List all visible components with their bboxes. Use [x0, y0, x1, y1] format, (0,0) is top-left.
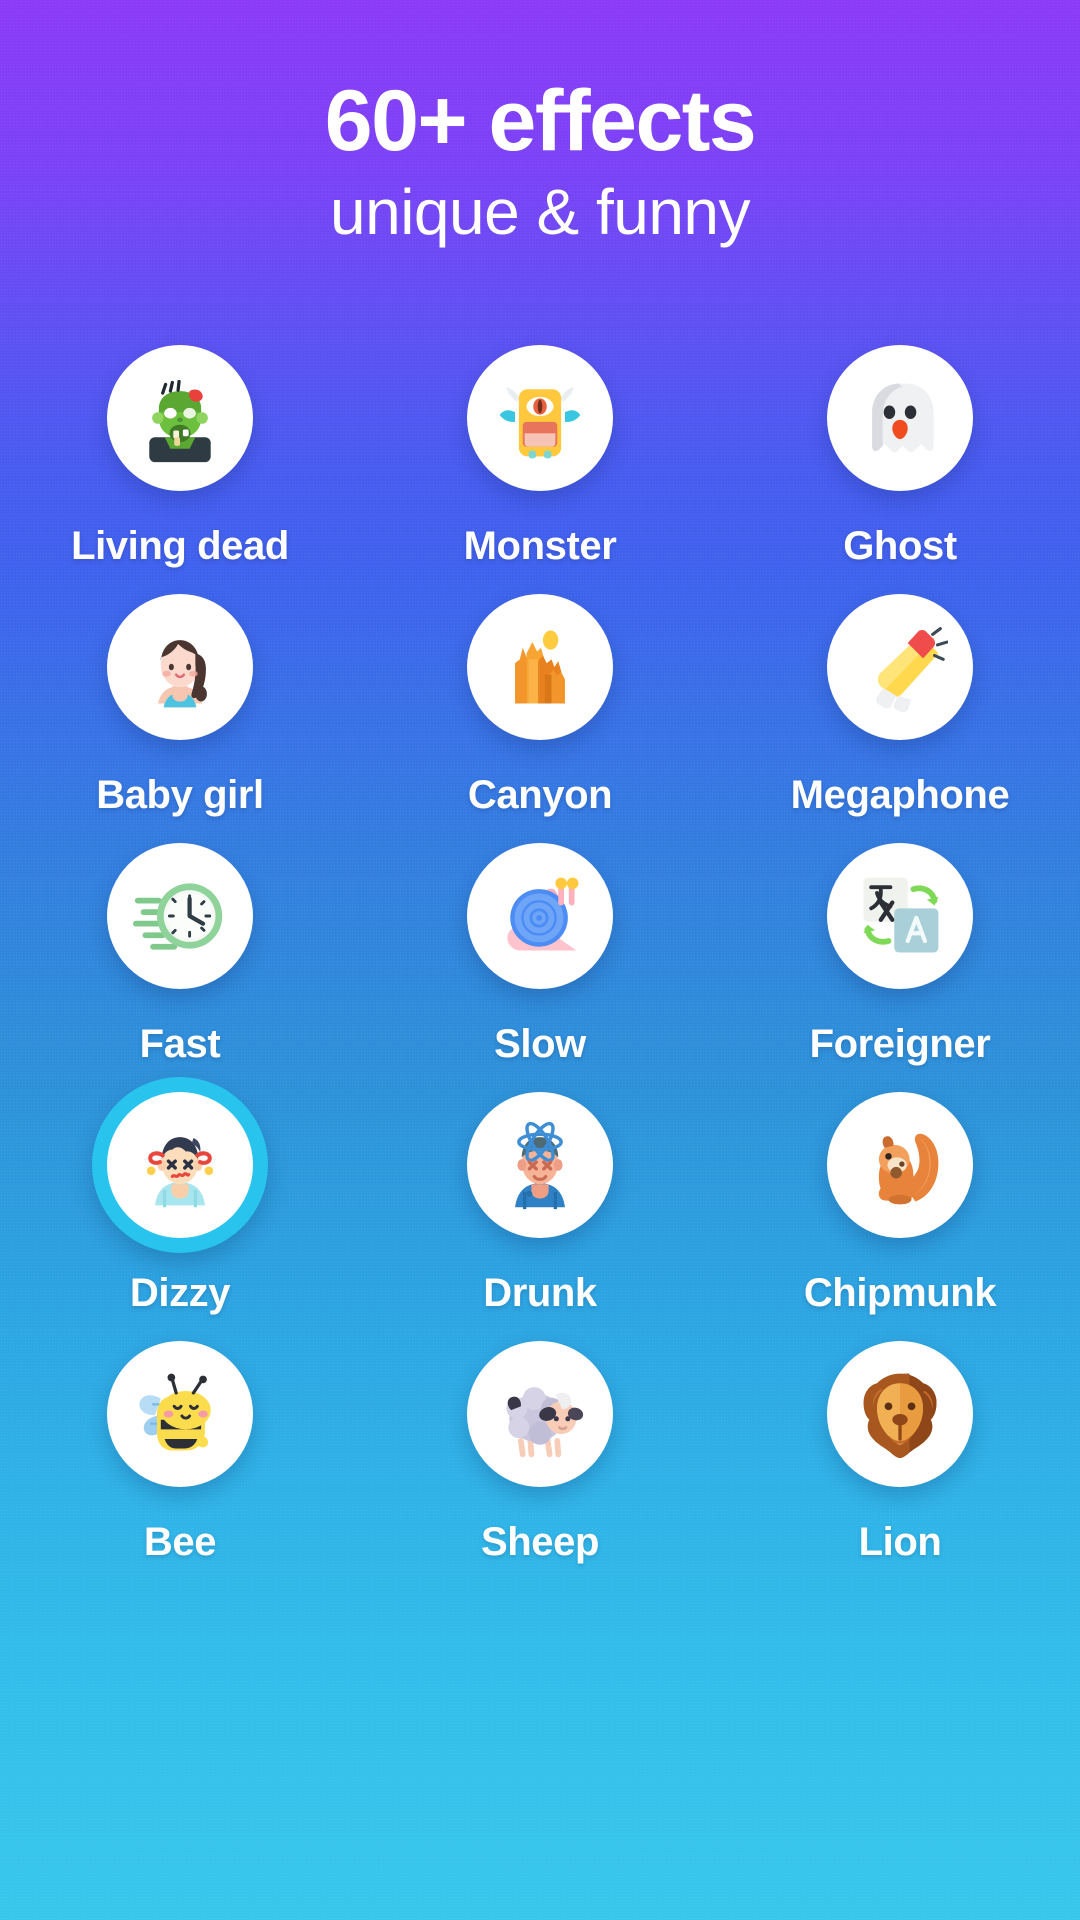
- translate-icon: [852, 868, 948, 964]
- effect-item[interactable]: Fast: [0, 828, 360, 1077]
- effect-icon-wrap[interactable]: [452, 1077, 628, 1253]
- effect-label: Dizzy: [129, 1271, 231, 1315]
- effect-icon-wrap[interactable]: [812, 828, 988, 1004]
- effect-label: Baby girl: [96, 773, 264, 817]
- effect-item[interactable]: Chipmunk: [720, 1077, 1080, 1326]
- effect-label: Ghost: [843, 524, 957, 568]
- effect-label: Slow: [494, 1022, 586, 1066]
- squirrel-icon: [878, 1133, 939, 1205]
- effect-icon-wrap[interactable]: [812, 1326, 988, 1502]
- fast-clock-icon: [132, 868, 228, 964]
- effect-item[interactable]: Baby girl: [0, 579, 360, 828]
- effect-item[interactable]: Slow: [360, 828, 720, 1077]
- effect-icon-wrap[interactable]: [812, 579, 988, 755]
- effect-icon-circle[interactable]: [827, 1341, 973, 1487]
- effect-icon-wrap[interactable]: [92, 1326, 268, 1502]
- effect-label: Lion: [858, 1520, 942, 1564]
- effect-label: Sheep: [480, 1520, 600, 1564]
- effect-icon-wrap[interactable]: [812, 330, 988, 506]
- effect-icon-circle[interactable]: [467, 594, 613, 740]
- effect-item[interactable]: Ghost: [720, 330, 1080, 579]
- effect-icon-wrap[interactable]: [452, 330, 628, 506]
- effect-label: Drunk: [483, 1271, 597, 1315]
- effect-label: Foreigner: [809, 1022, 991, 1066]
- effect-item[interactable]: Canyon: [360, 579, 720, 828]
- effect-icon-circle[interactable]: [107, 1092, 253, 1238]
- page-subtitle: unique & funny: [330, 176, 751, 248]
- header: 60+ effects unique & funny: [0, 0, 1080, 244]
- effect-label: Monster: [463, 524, 617, 568]
- effect-item[interactable]: Drunk: [360, 1077, 720, 1326]
- effect-icon-circle[interactable]: [107, 594, 253, 740]
- effect-icon-wrap[interactable]: [452, 579, 628, 755]
- monster-icon: [499, 387, 581, 459]
- effect-icon-wrap[interactable]: [452, 1326, 628, 1502]
- effect-item[interactable]: Sheep: [360, 1326, 720, 1575]
- effect-icon-wrap[interactable]: [92, 579, 268, 755]
- snail-icon: [492, 868, 588, 964]
- effects-grid: Living dead Monster Ghost Baby girl Canyon Me…: [0, 330, 1080, 1575]
- effect-icon-circle[interactable]: [467, 843, 613, 989]
- effect-item[interactable]: Lion: [720, 1326, 1080, 1575]
- megaphone-icon: [874, 627, 948, 714]
- effect-icon-circle[interactable]: [827, 1092, 973, 1238]
- zombie-icon: [147, 379, 213, 464]
- effect-label: Megaphone: [790, 773, 1010, 817]
- effect-icon-circle[interactable]: [467, 1092, 613, 1238]
- effect-item[interactable]: Bee: [0, 1326, 360, 1575]
- effect-icon-circle[interactable]: [827, 594, 973, 740]
- effect-icon-wrap[interactable]: [812, 1077, 988, 1253]
- effect-icon-wrap[interactable]: [452, 828, 628, 1004]
- effect-label: Fast: [139, 1022, 221, 1066]
- baby-girl-icon: [156, 638, 209, 709]
- effect-item[interactable]: Megaphone: [720, 579, 1080, 828]
- lion-icon: [861, 1372, 939, 1460]
- bee-icon: [137, 1372, 213, 1453]
- canyon-icon: [515, 630, 565, 704]
- effect-icon-circle[interactable]: [827, 345, 973, 491]
- effect-item[interactable]: Monster: [360, 330, 720, 579]
- dizzy-face-icon: [132, 1117, 228, 1213]
- effect-icon-circle[interactable]: [467, 1341, 613, 1487]
- effect-label: Bee: [143, 1520, 217, 1564]
- effect-item[interactable]: Living dead: [0, 330, 360, 579]
- effect-label: Chipmunk: [803, 1271, 997, 1315]
- effect-icon-circle[interactable]: [467, 345, 613, 491]
- page-title: 60+ effects: [324, 73, 757, 169]
- effect-icon-circle[interactable]: [107, 1341, 253, 1487]
- effect-icon-wrap[interactable]: [92, 1077, 268, 1253]
- effect-icon-wrap[interactable]: [92, 828, 268, 1004]
- drunk-face-icon: [513, 1118, 567, 1211]
- sheep-icon: [492, 1366, 588, 1462]
- effect-item[interactable]: Dizzy: [0, 1077, 360, 1326]
- effect-label: Canyon: [467, 773, 613, 817]
- effect-icon-circle[interactable]: [107, 345, 253, 491]
- ghost-icon: [872, 383, 934, 453]
- effect-icon-wrap[interactable]: [92, 330, 268, 506]
- effect-item[interactable]: Foreigner: [720, 828, 1080, 1077]
- effect-label: Living dead: [71, 524, 289, 568]
- effect-icon-circle[interactable]: [107, 843, 253, 989]
- effect-icon-circle[interactable]: [827, 843, 973, 989]
